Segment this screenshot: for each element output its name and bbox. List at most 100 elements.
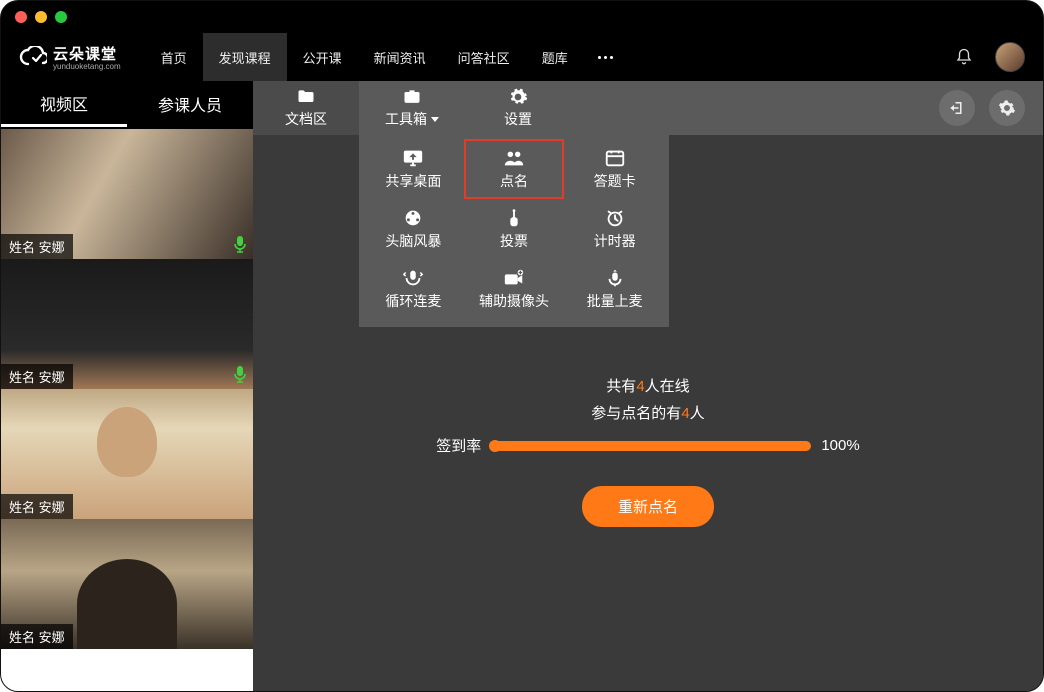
tab-participants[interactable]: 参课人员 <box>127 81 253 127</box>
video-tile[interactable]: 姓名 安娜 <box>1 129 253 259</box>
briefcase-icon <box>402 87 422 107</box>
rollcall-panel: 共有4人在线 参与点名的有4人 签到率 100% 重新点名 <box>436 375 859 527</box>
name-label: 姓名 <box>9 630 35 645</box>
tool-label: 批量上麦 <box>587 291 643 311</box>
video-tile[interactable]: 姓名 安娜 <box>1 519 253 649</box>
sidebar-tabs: 视频区 参课人员 <box>1 81 253 129</box>
calendar-icon <box>604 148 626 168</box>
nav-right <box>955 42 1025 72</box>
window-minimize-dot[interactable] <box>35 11 47 23</box>
sidebar: 视频区 参课人员 姓名 安娜 姓名 <box>1 81 253 691</box>
text: 人 <box>690 405 705 422</box>
window-zoom-dot[interactable] <box>55 11 67 23</box>
video-tile-empty[interactable] <box>1 649 253 691</box>
mac-titlebar <box>1 1 1043 33</box>
people-icon <box>503 148 525 168</box>
tool-vote[interactable]: 投票 <box>464 199 565 259</box>
name-label: 姓名 <box>9 240 35 255</box>
tool-brainstorm[interactable]: 头脑风暴 <box>363 199 464 259</box>
nav-bank[interactable]: 题库 <box>526 33 584 81</box>
tool-label: 辅助摄像头 <box>479 291 549 311</box>
text: 参与点名的有 <box>591 405 681 422</box>
window-close-dot[interactable] <box>15 11 27 23</box>
participant-name: 安娜 <box>39 500 65 515</box>
mic-on-icon <box>233 365 247 383</box>
name-label: 姓名 <box>9 500 35 515</box>
app-window: 云朵课堂 yunduoketang.com 首页 发现课程 公开课 新闻资讯 问… <box>0 0 1044 692</box>
tool-docs[interactable]: 文档区 <box>253 81 359 135</box>
participated-count: 4 <box>681 405 689 422</box>
tool-timer[interactable]: 计时器 <box>564 199 665 259</box>
alarm-icon <box>604 208 626 228</box>
rollcall-rate-row: 签到率 100% <box>436 435 859 456</box>
monitor-share-icon <box>402 148 424 168</box>
nav-qa[interactable]: 问答社区 <box>442 33 526 81</box>
video-tile[interactable]: 姓名 安娜 <box>1 389 253 519</box>
film-reel-icon <box>402 208 424 228</box>
video-thumb <box>1 649 253 691</box>
tool-label: 点名 <box>500 171 528 191</box>
nav-open[interactable]: 公开课 <box>287 33 358 81</box>
nav-news[interactable]: 新闻资讯 <box>358 33 442 81</box>
online-count: 4 <box>636 378 644 395</box>
rollcall-participated-line: 参与点名的有4人 <box>591 402 704 423</box>
tool-toolbox[interactable]: 工具箱 <box>359 81 465 135</box>
nav-more-icon[interactable] <box>584 56 627 59</box>
mic-up-icon <box>604 268 626 288</box>
text: 共有 <box>606 378 636 395</box>
tool-label: 循环连麦 <box>385 291 441 311</box>
participant-name: 安娜 <box>39 370 65 385</box>
top-nav: 云朵课堂 yunduoketang.com 首页 发现课程 公开课 新闻资讯 问… <box>1 33 1043 81</box>
name-tag: 姓名 安娜 <box>1 234 73 259</box>
tool-answer-card[interactable]: 答题卡 <box>564 139 665 199</box>
tool-label: 头脑风暴 <box>385 231 441 251</box>
logo-text: 云朵课堂 <box>53 43 121 64</box>
tool-settings-label: 设置 <box>504 109 532 129</box>
tool-settings[interactable]: 设置 <box>465 81 571 135</box>
name-tag: 姓名 安娜 <box>1 364 73 389</box>
nav-items: 首页 发现课程 公开课 新闻资讯 问答社区 题库 <box>145 33 627 81</box>
camera-plus-icon <box>503 268 525 288</box>
logo-subtext: yunduoketang.com <box>53 62 121 71</box>
name-tag: 姓名 安娜 <box>1 494 73 519</box>
text: 人在线 <box>645 378 690 395</box>
rate-percent: 100% <box>821 437 859 454</box>
exit-button[interactable] <box>939 90 975 126</box>
rate-label: 签到率 <box>436 435 481 456</box>
tool-label: 投票 <box>500 231 528 251</box>
tool-label: 计时器 <box>594 231 636 251</box>
tool-share-desktop[interactable]: 共享桌面 <box>363 139 464 199</box>
nav-discover[interactable]: 发现课程 <box>203 33 287 81</box>
video-tile[interactable]: 姓名 安娜 <box>1 259 253 389</box>
content: 视频区 参课人员 姓名 安娜 姓名 <box>1 81 1043 691</box>
main-top-right <box>939 81 1043 135</box>
rollcall-total-line: 共有4人在线 <box>606 375 689 396</box>
participant-name: 安娜 <box>39 630 65 645</box>
tool-loop-mic[interactable]: 循环连麦 <box>363 259 464 319</box>
tab-video-area[interactable]: 视频区 <box>1 81 127 127</box>
re-rollcall-button[interactable]: 重新点名 <box>582 486 714 527</box>
avatar[interactable] <box>995 42 1025 72</box>
nav-home[interactable]: 首页 <box>145 33 203 81</box>
tool-roll-call[interactable]: 点名 <box>464 139 565 199</box>
chevron-down-icon <box>431 117 439 122</box>
tool-bulk-mic[interactable]: 批量上麦 <box>564 259 665 319</box>
main-top-toolbar: 文档区 工具箱 设置 <box>253 81 1043 135</box>
tool-label: 共享桌面 <box>385 171 441 191</box>
tool-toolbox-label: 工具箱 <box>385 109 427 129</box>
loop-mic-icon <box>402 268 424 288</box>
progress-bar <box>491 441 811 451</box>
gear-icon <box>508 87 528 107</box>
name-tag: 姓名 安娜 <box>1 624 73 649</box>
mic-on-icon <box>233 235 247 253</box>
folder-icon <box>296 87 316 107</box>
cloud-icon <box>19 46 47 68</box>
bell-icon[interactable] <box>955 48 973 66</box>
main-area: 文档区 工具箱 设置 <box>253 81 1043 691</box>
name-label: 姓名 <box>9 370 35 385</box>
logo[interactable]: 云朵课堂 yunduoketang.com <box>19 43 121 71</box>
tool-aux-camera[interactable]: 辅助摄像头 <box>464 259 565 319</box>
toolbox-dropdown: 共享桌面 点名 答题卡 头脑风暴 投票 <box>359 135 669 327</box>
tool-docs-label: 文档区 <box>285 109 327 129</box>
settings-round-button[interactable] <box>989 90 1025 126</box>
